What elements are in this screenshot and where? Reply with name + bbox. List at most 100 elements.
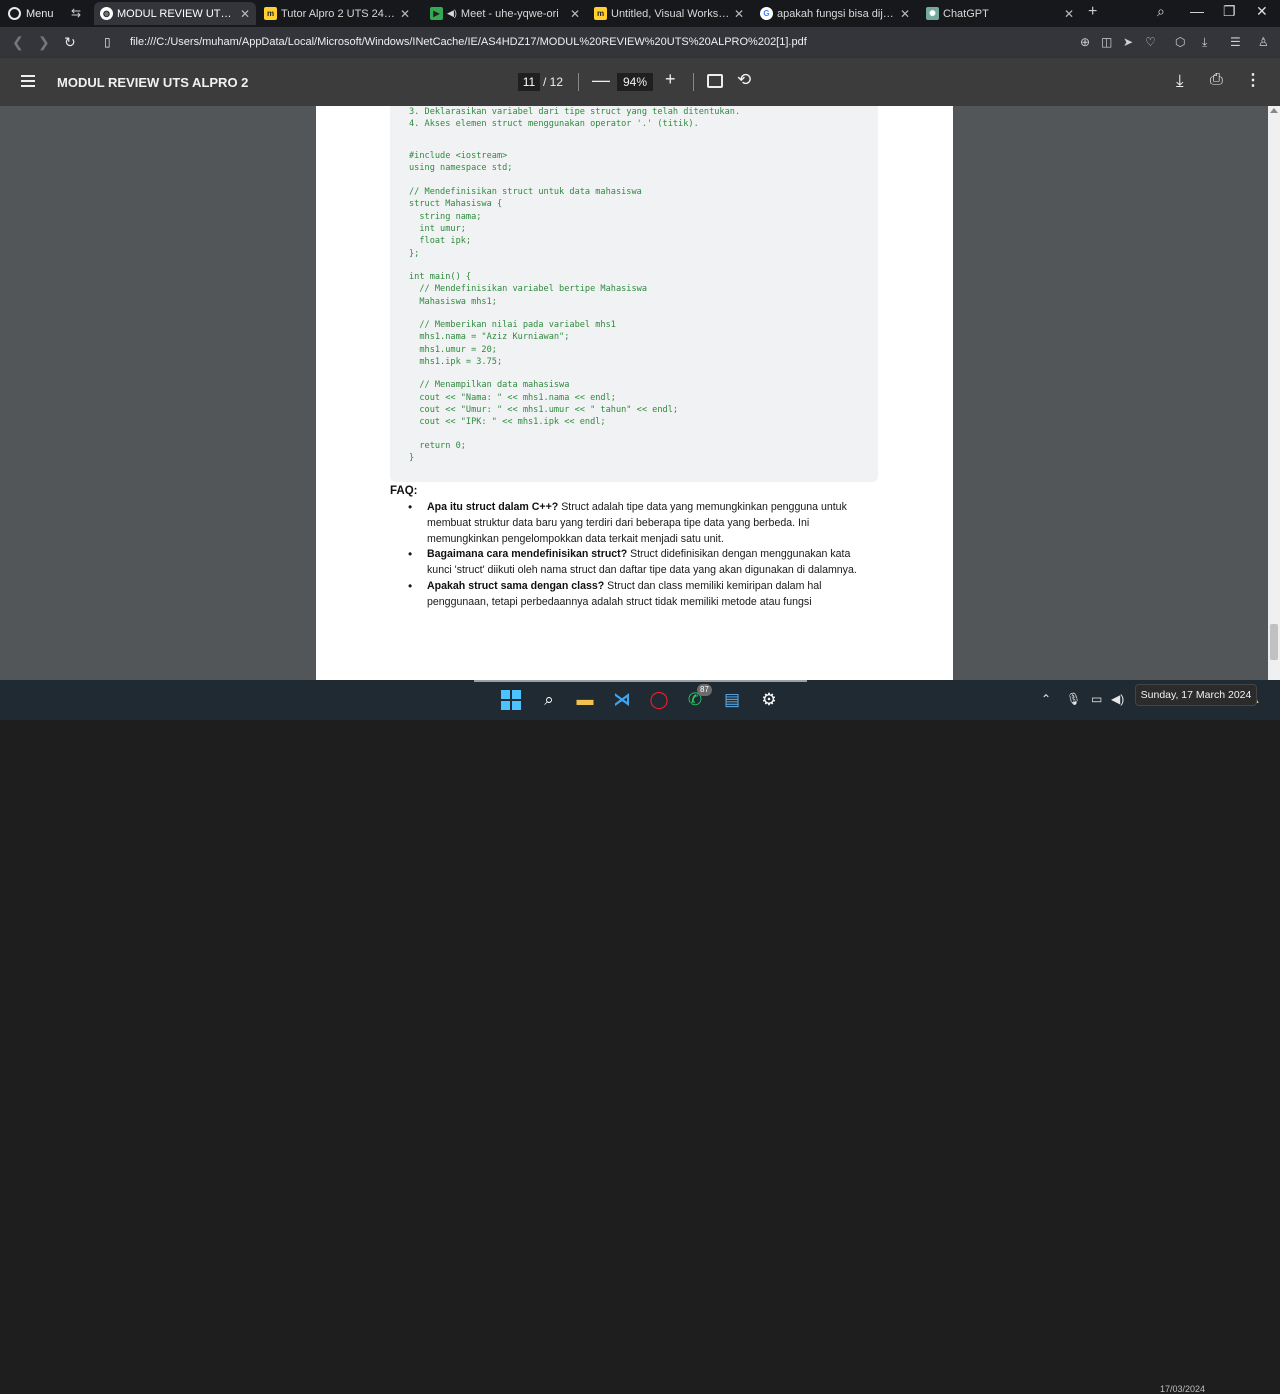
- zoom-input[interactable]: 94%: [617, 73, 653, 91]
- miro-icon: m: [264, 7, 277, 20]
- zoom-in-icon[interactable]: +: [665, 69, 676, 90]
- windows-taskbar: ⌕ ▬ ⋊ ◯ ✆87 ▤ ⚙ ⌃ 🎙 ▭ ◀) 17/03/2024 ▲: [0, 680, 1280, 1394]
- heart-icon[interactable]: ♡: [1145, 35, 1156, 49]
- faq-item: Apa itu struct dalam C++? Struct adalah …: [406, 500, 876, 547]
- code-line: cout << "IPK: " << mhs1.ipk << endl;: [409, 417, 606, 427]
- meet-icon: ▶: [430, 7, 443, 20]
- close-tab-icon[interactable]: ✕: [240, 7, 250, 21]
- file-explorer-icon[interactable]: ▬: [573, 688, 597, 712]
- code-line: string nama;: [409, 212, 482, 222]
- forward-icon[interactable]: ❯: [38, 34, 50, 51]
- tab-modul-review[interactable]: ◍ MODUL REVIEW UTS ALPRO ✕: [94, 2, 256, 25]
- code-line: };: [409, 249, 420, 259]
- notification-badge: 87: [697, 684, 712, 696]
- audio-playing-icon[interactable]: ◀): [447, 8, 457, 19]
- code-line: }: [409, 453, 415, 463]
- faq-question: Apa itu struct dalam C++?: [427, 501, 559, 513]
- file-icon: ▯: [104, 35, 111, 49]
- faq-heading: FAQ:: [390, 485, 418, 497]
- opera-icon[interactable]: ◯: [647, 688, 671, 712]
- send-icon[interactable]: ➤: [1123, 35, 1133, 49]
- opera-logo-icon: [8, 7, 21, 20]
- new-tab-icon[interactable]: +: [1088, 3, 1097, 21]
- divider: [578, 73, 579, 91]
- date-tooltip: Sunday, 17 March 2024: [1135, 684, 1257, 706]
- network-icon[interactable]: ▭: [1091, 692, 1102, 706]
- code-line: // Mendefinisikan struct untuk data maha…: [409, 187, 642, 197]
- easy-setup-icon[interactable]: ☰: [1230, 35, 1241, 49]
- code-line: mhs1.nama = "Aziz Kurniawan";: [409, 332, 570, 342]
- zoom-icon[interactable]: ⊕: [1080, 35, 1090, 49]
- code-line: float ipk;: [409, 236, 472, 246]
- print-icon[interactable]: ⎙: [1210, 71, 1223, 89]
- settings-gear-icon[interactable]: ⚙: [757, 688, 781, 712]
- divider: [693, 73, 694, 91]
- reload-icon[interactable]: ↻: [64, 34, 76, 51]
- download-icon[interactable]: ⤓: [1176, 71, 1184, 91]
- tab-meet[interactable]: ▶ ◀) Meet - uhe-yqwe-ori ✕: [424, 2, 586, 25]
- extensions-icon[interactable]: ⬡: [1175, 35, 1185, 49]
- snapshot-icon[interactable]: ◫: [1101, 35, 1112, 49]
- close-tab-icon[interactable]: ✕: [570, 7, 580, 21]
- profile-icon[interactable]: ♙: [1258, 35, 1269, 49]
- code-line: mhs1.umur = 20;: [409, 345, 497, 355]
- fit-to-page-icon[interactable]: [707, 74, 723, 88]
- search-tabs-icon[interactable]: ⌕: [1157, 3, 1165, 20]
- close-tab-icon[interactable]: ✕: [900, 7, 910, 21]
- menu-icon[interactable]: [21, 75, 35, 87]
- code-line: cout << "Nama: " << mhs1.nama << endl;: [409, 393, 616, 403]
- vscode-icon[interactable]: ⋊: [610, 688, 634, 712]
- zoom-out-icon[interactable]: —: [592, 70, 610, 91]
- tab-google-search[interactable]: G apakah fungsi bisa dijadika ✕: [754, 2, 916, 25]
- code-line: cout << "Umur: " << mhs1.umur << " tahun…: [409, 405, 679, 415]
- close-tab-icon[interactable]: ✕: [734, 7, 744, 21]
- tab-tutor-alpro[interactable]: m Tutor Alpro 2 UTS 24/25, V ✕: [258, 2, 416, 25]
- back-icon[interactable]: ❮: [12, 34, 24, 51]
- minimize-icon[interactable]: —: [1190, 3, 1204, 19]
- restore-icon[interactable]: ❐: [1223, 3, 1236, 20]
- tab-chatgpt[interactable]: ✺ ChatGPT ✕: [920, 2, 1080, 25]
- close-window-icon[interactable]: ✕: [1256, 3, 1268, 20]
- page-total: / 12: [543, 75, 564, 89]
- step-item: 3. Deklarasikan variabel dari tipe struc…: [409, 107, 741, 117]
- download-icon[interactable]: ⤓: [1202, 35, 1207, 50]
- google-icon: G: [760, 7, 773, 20]
- step-item: 4. Akses elemen struct menggunakan opera…: [409, 119, 699, 129]
- pdf-page: 3. Deklarasikan variabel dari tipe struc…: [316, 106, 953, 680]
- code-line: int umur;: [409, 224, 466, 234]
- opera-menu-button[interactable]: Menu: [4, 4, 58, 23]
- workspaces-icon[interactable]: ⇆: [68, 6, 84, 20]
- url-field[interactable]: file:///C:/Users/muham/AppData/Local/Mic…: [130, 36, 807, 48]
- whatsapp-icon[interactable]: ✆ 87: [683, 684, 712, 712]
- faq-item: Apakah struct sama dengan class? Struct …: [406, 579, 876, 611]
- microphone-icon[interactable]: 🎙: [1066, 692, 1081, 706]
- code-line: // Mendefinisikan variabel bertipe Mahas…: [409, 284, 647, 294]
- chatgpt-icon: ✺: [926, 7, 939, 20]
- vertical-scrollbar[interactable]: [1268, 106, 1280, 680]
- notepad-icon[interactable]: ▤: [720, 688, 744, 712]
- start-button[interactable]: [499, 688, 523, 712]
- code-line: using namespace std;: [409, 163, 513, 173]
- faq-item: Bagaimana cara mendefinisikan struct? St…: [406, 547, 876, 579]
- volume-icon[interactable]: ◀): [1111, 692, 1124, 706]
- page-number-input[interactable]: 11: [518, 73, 540, 91]
- more-options-icon[interactable]: ⋮: [1245, 70, 1261, 90]
- code-line: struct Mahasiswa {: [409, 199, 503, 209]
- globe-icon: ◍: [100, 7, 113, 20]
- taskbar-hover-indicator: [474, 680, 807, 682]
- document-title: MODUL REVIEW UTS ALPRO 2: [57, 75, 249, 90]
- pdf-toolbar: MODUL REVIEW UTS ALPRO 2 11 / 12 — 94% +…: [0, 58, 1280, 106]
- windows-logo-icon: [501, 690, 521, 710]
- tab-visual-workspace[interactable]: m Untitled, Visual Workspace ✕: [588, 2, 750, 25]
- search-icon[interactable]: ⌕: [537, 688, 561, 712]
- scroll-thumb[interactable]: [1270, 624, 1278, 660]
- show-hidden-icons[interactable]: ⌃: [1041, 692, 1051, 706]
- scroll-up-icon[interactable]: [1270, 108, 1278, 113]
- code-line: Mahasiswa mhs1;: [409, 297, 497, 307]
- rotate-icon[interactable]: ⟲: [737, 70, 751, 90]
- pdf-viewer[interactable]: 3. Deklarasikan variabel dari tipe struc…: [0, 106, 1280, 680]
- taskbar-date[interactable]: 17/03/2024: [1160, 1384, 1205, 1394]
- close-tab-icon[interactable]: ✕: [1064, 7, 1074, 21]
- close-tab-icon[interactable]: ✕: [400, 7, 410, 21]
- code-line: mhs1.ipk = 3.75;: [409, 357, 503, 367]
